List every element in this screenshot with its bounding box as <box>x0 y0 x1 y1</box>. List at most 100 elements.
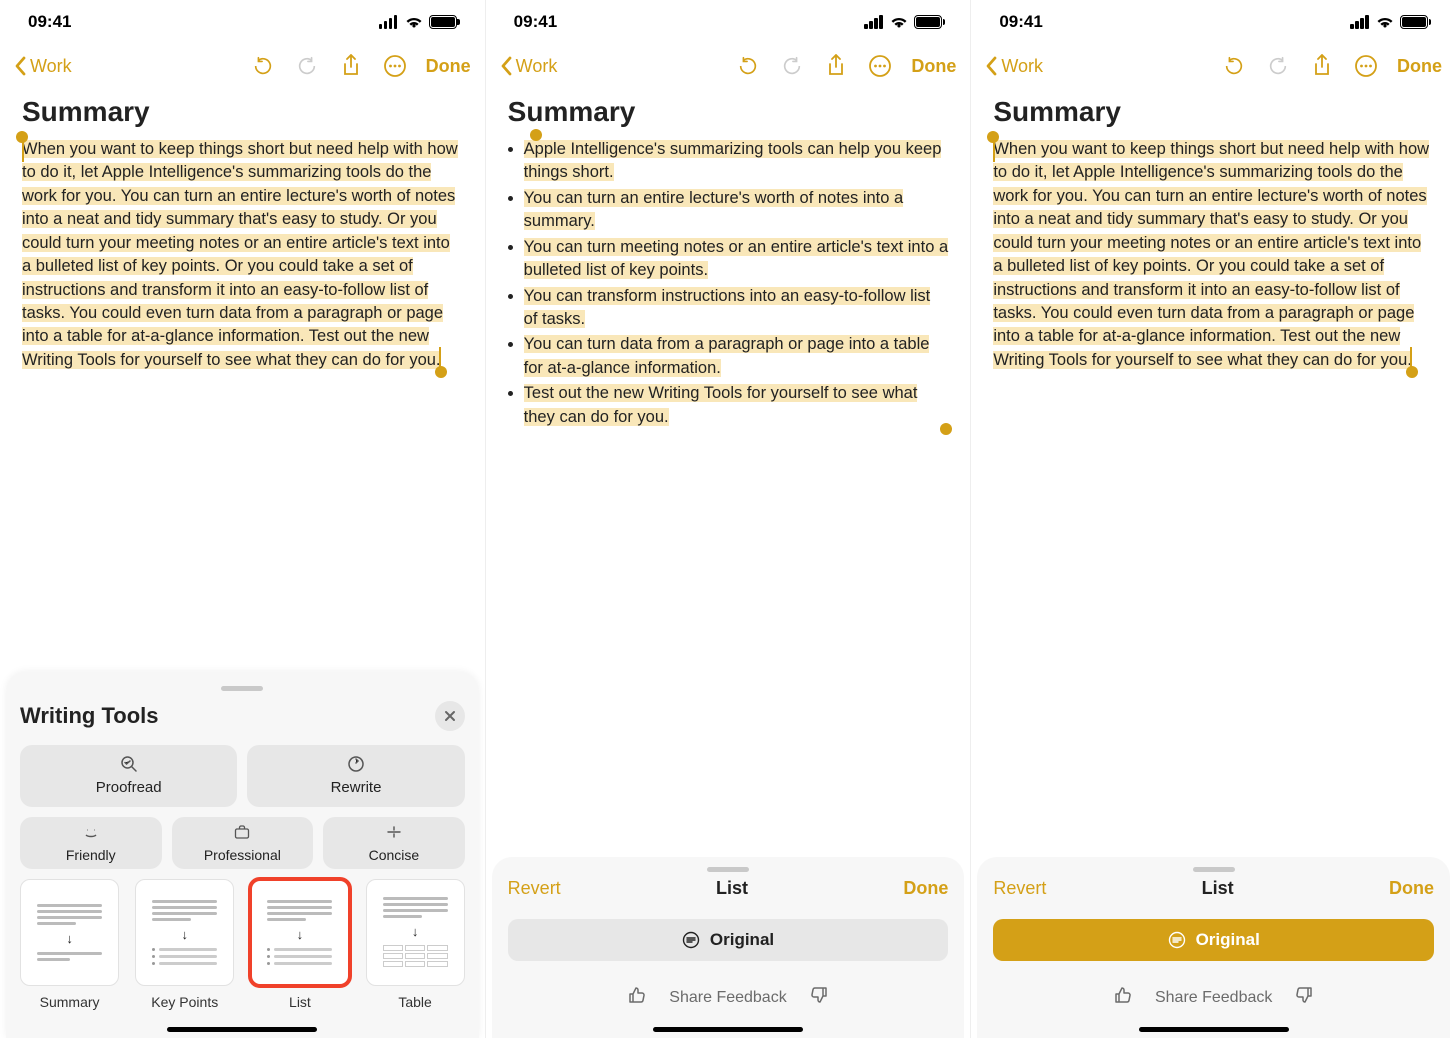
arrow-down-icon: ↓ <box>412 924 419 939</box>
done-button[interactable]: Done <box>426 56 471 77</box>
undo-button[interactable] <box>250 53 276 79</box>
arrow-down-icon: ↓ <box>297 927 304 942</box>
result-done-button[interactable]: Done <box>1389 878 1434 899</box>
rewrite-button[interactable]: Rewrite <box>247 745 464 807</box>
note-title: Summary <box>993 96 1434 128</box>
list-item: You can turn data from a paragraph or pa… <box>524 333 949 380</box>
phone-1: 09:41 Work <box>0 0 486 1038</box>
wifi-icon <box>405 15 423 29</box>
done-button[interactable]: Done <box>911 56 956 77</box>
more-button[interactable] <box>1353 53 1379 79</box>
selection-start-handle[interactable] <box>530 129 542 141</box>
writing-tools-sheet: Writing Tools Proofread Rewrite <box>6 672 479 1038</box>
chevron-left-icon <box>14 56 28 76</box>
thumbs-up-button[interactable] <box>1113 985 1133 1010</box>
sheet-grabber[interactable] <box>1193 867 1235 872</box>
friendly-icon <box>83 823 99 841</box>
nav-bar: Work Done <box>486 44 971 88</box>
thumbs-down-button[interactable] <box>1294 985 1314 1010</box>
battery-icon <box>1400 15 1428 29</box>
list-item: You can turn an entire lecture's worth o… <box>524 187 949 234</box>
result-title: List <box>716 878 748 899</box>
result-done-button[interactable]: Done <box>903 878 948 899</box>
selection-end-handle[interactable] <box>1406 366 1418 378</box>
back-button[interactable]: Work <box>14 56 72 77</box>
concise-button[interactable]: Concise <box>323 817 465 869</box>
list-item: You can turn meeting notes or an entire … <box>524 236 949 283</box>
original-button[interactable]: Original <box>508 919 949 961</box>
list-item: You can transform instructions into an e… <box>524 285 949 332</box>
original-icon <box>1168 931 1186 949</box>
sheet-grabber[interactable] <box>707 867 749 872</box>
arrow-down-icon: ↓ <box>66 931 73 946</box>
signal-icon <box>864 15 884 29</box>
chevron-left-icon <box>500 56 514 76</box>
revert-button[interactable]: Revert <box>993 878 1046 899</box>
share-button[interactable] <box>823 53 849 79</box>
signal-icon <box>1350 15 1370 29</box>
undo-button[interactable] <box>1221 53 1247 79</box>
signal-icon <box>379 15 399 29</box>
transform-list[interactable]: ↓ List <box>250 879 349 1010</box>
original-icon <box>682 931 700 949</box>
transform-summary[interactable]: ↓ Summary <box>20 879 119 1010</box>
home-indicator[interactable] <box>1139 1027 1289 1032</box>
status-bar: 09:41 <box>0 0 485 44</box>
proofread-button[interactable]: Proofread <box>20 745 237 807</box>
arrow-down-icon: ↓ <box>182 927 189 942</box>
status-bar: 09:41 <box>486 0 971 44</box>
rewrite-icon <box>347 755 365 773</box>
share-button[interactable] <box>1309 53 1335 79</box>
status-bar: 09:41 <box>971 0 1456 44</box>
chevron-left-icon <box>985 56 999 76</box>
original-button-active[interactable]: Original <box>993 919 1434 961</box>
sheet-grabber[interactable] <box>221 686 263 691</box>
professional-button[interactable]: Professional <box>172 817 314 869</box>
phone-2: 09:41 Work Done Summary <box>486 0 972 1038</box>
list-item: Test out the new Writing Tools for yours… <box>524 382 949 429</box>
undo-button[interactable] <box>735 53 761 79</box>
note-title: Summary <box>22 96 463 128</box>
transform-key-points[interactable]: ↓ Key Points <box>135 879 234 1010</box>
status-time: 09:41 <box>999 12 1042 32</box>
redo-button[interactable] <box>779 53 805 79</box>
done-button[interactable]: Done <box>1397 56 1442 77</box>
battery-icon <box>429 15 457 29</box>
more-button[interactable] <box>867 53 893 79</box>
selection-end-handle[interactable] <box>435 366 447 378</box>
result-sheet: Revert List Done Original Share Feedback <box>492 857 965 1038</box>
nav-bar: Work Done <box>0 44 485 88</box>
revert-button[interactable]: Revert <box>508 878 561 899</box>
back-label: Work <box>30 56 72 77</box>
selection-end-handle[interactable] <box>940 423 952 435</box>
thumbs-down-button[interactable] <box>809 985 829 1010</box>
status-time: 09:41 <box>514 12 557 32</box>
phone-3: 09:41 Work Done Summary <box>971 0 1456 1038</box>
feedback-label[interactable]: Share Feedback <box>1155 989 1272 1007</box>
friendly-button[interactable]: Friendly <box>20 817 162 869</box>
thumbs-up-button[interactable] <box>627 985 647 1010</box>
writing-tools-title: Writing Tools <box>20 703 159 729</box>
magnify-check-icon <box>120 755 138 773</box>
more-button[interactable] <box>382 53 408 79</box>
battery-icon <box>914 15 942 29</box>
close-button[interactable] <box>435 701 465 731</box>
list-output: Apple Intelligence's summarizing tools c… <box>508 138 949 429</box>
transform-table[interactable]: ↓ Table <box>366 879 465 1010</box>
note-title: Summary <box>508 96 949 128</box>
feedback-label[interactable]: Share Feedback <box>669 989 786 1007</box>
nav-bar: Work Done <box>971 44 1456 88</box>
redo-button[interactable] <box>294 53 320 79</box>
home-indicator[interactable] <box>653 1027 803 1032</box>
list-item: Apple Intelligence's summarizing tools c… <box>524 138 949 185</box>
briefcase-icon <box>234 823 250 841</box>
home-indicator[interactable] <box>167 1027 317 1032</box>
note-paragraph: When you want to keep things short but n… <box>993 140 1429 369</box>
status-time: 09:41 <box>28 12 71 32</box>
redo-button[interactable] <box>1265 53 1291 79</box>
share-button[interactable] <box>338 53 364 79</box>
back-button[interactable]: Work <box>500 56 558 77</box>
back-button[interactable]: Work <box>985 56 1043 77</box>
concise-icon <box>386 823 402 841</box>
wifi-icon <box>1376 15 1394 29</box>
